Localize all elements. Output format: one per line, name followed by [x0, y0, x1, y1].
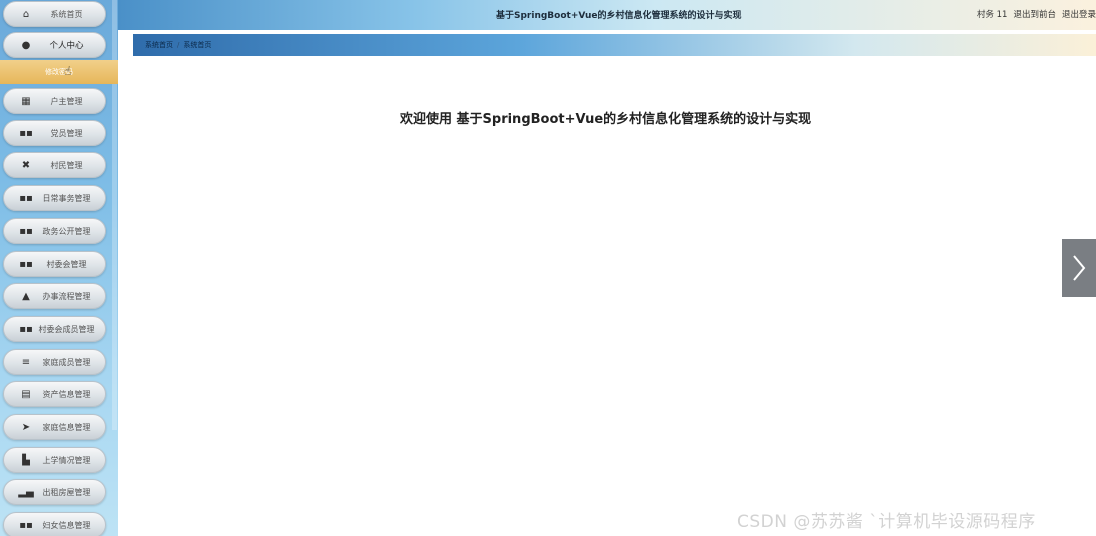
- sidebar-item-householder[interactable]: ▦ 户主管理: [3, 88, 106, 114]
- sidebar-item-procedure[interactable]: ▲ 办事流程管理: [3, 283, 106, 309]
- sidebar-item-label: 日常事务管理: [42, 193, 91, 203]
- sidebar-item-label: 妇女信息管理: [42, 520, 91, 530]
- sidebar-item-label: 村民管理: [50, 160, 83, 170]
- sidebar-item-label: 资产信息管理: [42, 389, 91, 399]
- sidebar-item-label: 党员管理: [50, 128, 83, 138]
- home-icon: ⌂: [22, 8, 30, 20]
- sidebar-item-label: 户主管理: [50, 96, 83, 106]
- sidebar-item-label: 村委会成员管理: [38, 324, 95, 334]
- sidebar-item-label: 家庭信息管理: [42, 422, 91, 432]
- sidebar-item-daily-affairs[interactable]: ▪▪ 日常事务管理: [3, 185, 106, 211]
- grid-icon: ▪▪: [19, 258, 33, 270]
- sidebar-item-party-member[interactable]: ▪▪ 党员管理: [3, 120, 106, 146]
- sidebar-item-label: 上学情况管理: [42, 455, 91, 465]
- breadcrumb-home-link[interactable]: 系统首页: [145, 40, 173, 50]
- grid-icon: ▪▪: [19, 127, 33, 139]
- sidebar-item-women-info[interactable]: ▪▪ 妇女信息管理: [3, 512, 106, 536]
- logout-link[interactable]: 退出登录: [1062, 8, 1096, 20]
- grid-icon: ▪▪: [19, 192, 33, 204]
- send-icon: ➤: [21, 421, 31, 433]
- bar-chart-icon: ▂▄: [18, 486, 34, 498]
- chevron-right-icon: [1073, 255, 1086, 281]
- pointer-cursor-icon: ☝: [64, 64, 72, 78]
- user-area: 村务 11 退出到前台 退出登录: [977, 8, 1096, 20]
- chart-icon: ▙: [22, 454, 30, 466]
- sidebar-item-label: 办事流程管理: [42, 291, 91, 301]
- sidebar-item-label: 出租房屋管理: [42, 487, 91, 497]
- sidebar-item-government-affairs[interactable]: ▪▪ 政务公开管理: [3, 218, 106, 244]
- user-icon: ●: [21, 39, 31, 51]
- grid-icon: ▪▪: [19, 323, 33, 335]
- file-icon: ▤: [21, 388, 31, 400]
- sidebar-item-family-members[interactable]: ≡ 家庭成员管理: [3, 349, 106, 375]
- grid-icon: ▪▪: [19, 225, 33, 237]
- submenu-change-password[interactable]: 修改密码: [0, 60, 118, 84]
- watermark: CSDN @苏苏酱 ˋ计算机毕设源码程序: [737, 512, 1036, 532]
- sidebar-item-family-info[interactable]: ➤ 家庭信息管理: [3, 414, 106, 440]
- sidebar-item-label: 家庭成员管理: [42, 357, 91, 367]
- breadcrumb-current: 系统首页: [183, 41, 212, 49]
- sidebar-item-label: 村委会管理: [46, 259, 87, 269]
- sidebar-item-personal-center[interactable]: ● 个人中心: [3, 32, 106, 58]
- breadcrumb: 系统首页 / 系统首页: [133, 34, 1096, 56]
- cross-icon: ✖: [21, 159, 31, 171]
- sidebar-item-label: 个人中心: [49, 41, 84, 51]
- sidebar-item-committee-members[interactable]: ▪▪ 村委会成员管理: [3, 316, 106, 342]
- grid-icon: ▪▪: [19, 519, 33, 531]
- welcome-text: 欢迎使用 基于SpringBoot+Vue的乡村信息化管理系统的设计与实现: [400, 112, 812, 127]
- sidebar-item-label: 系统首页: [50, 9, 83, 19]
- exit-to-front-link[interactable]: 退出到前台: [1013, 8, 1056, 20]
- sidebar: ⌂ 系统首页 ● 个人中心 修改密码 ☝ ▦ 户主管理 ▪▪ 党员管理 ✖ 村民…: [0, 0, 118, 536]
- list-icon: ≡: [21, 356, 31, 368]
- bank-icon: ▲: [22, 290, 30, 302]
- sidebar-item-assets[interactable]: ▤ 资产信息管理: [3, 381, 106, 407]
- sidebar-item-label: 政务公开管理: [42, 226, 91, 236]
- sidebar-item-schooling[interactable]: ▙ 上学情况管理: [3, 447, 106, 473]
- sidebar-item-rental-housing[interactable]: ▂▄ 出租房屋管理: [3, 479, 106, 505]
- top-header: 基于SpringBoot+Vue的乡村信息化管理系统的设计与实现 村务 11 退…: [118, 0, 1096, 30]
- sidebar-item-home[interactable]: ⌂ 系统首页: [3, 1, 106, 27]
- user-label: 村务 11: [976, 10, 1008, 20]
- expand-panel-button[interactable]: [1062, 239, 1096, 297]
- app-title: 基于SpringBoot+Vue的乡村信息化管理系统的设计与实现: [496, 11, 742, 21]
- sidebar-item-villager[interactable]: ✖ 村民管理: [3, 152, 106, 178]
- breadcrumb-separator: /: [177, 41, 180, 49]
- building-icon: ▦: [21, 95, 31, 107]
- sidebar-item-village-committee[interactable]: ▪▪ 村委会管理: [3, 251, 106, 277]
